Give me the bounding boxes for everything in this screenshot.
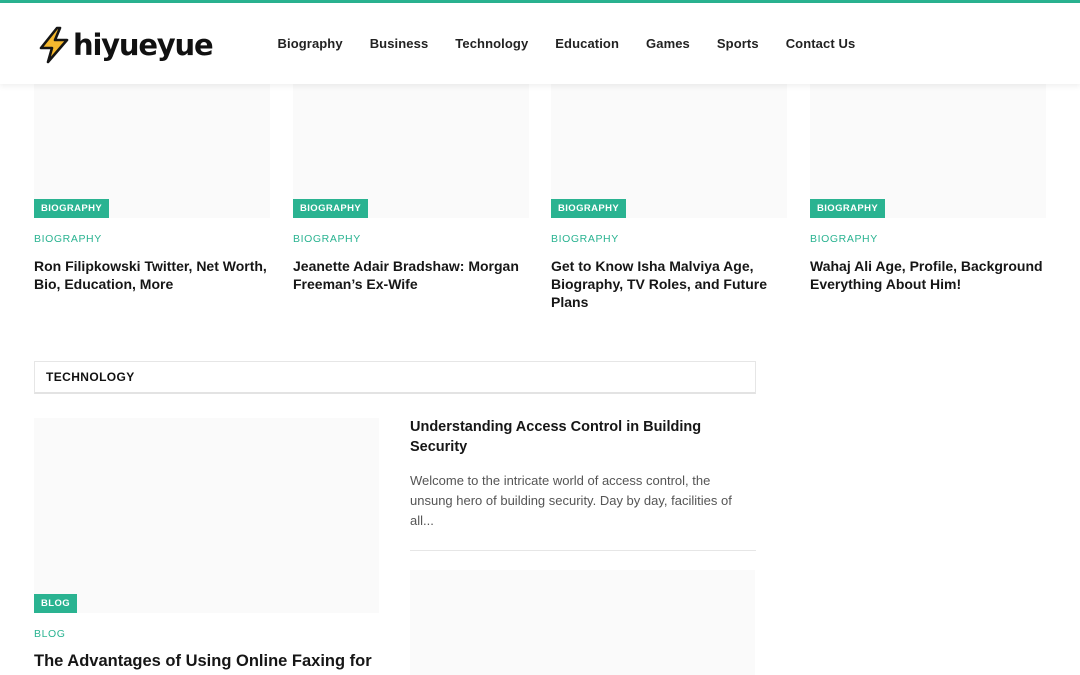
post-divider	[410, 550, 756, 551]
category-badge[interactable]: BLOG	[34, 594, 78, 613]
post-thumbnail[interactable]: BIOGRAPHY	[810, 84, 1046, 218]
post-thumbnail[interactable]: BIOGRAPHY	[34, 84, 270, 218]
category-badge[interactable]: BIOGRAPHY	[551, 199, 627, 218]
nav-item-games[interactable]: Games	[633, 36, 704, 51]
site-logo[interactable]: hiyueyue	[36, 25, 214, 65]
featured-post-title[interactable]: The Advantages of Using Online Faxing fo…	[34, 651, 394, 671]
nav-item-education[interactable]: Education	[542, 36, 633, 51]
nav-item-biography[interactable]: Biography	[264, 36, 356, 51]
post-category[interactable]: BIOGRAPHY	[810, 233, 1046, 245]
post-thumbnail[interactable]: BIOGRAPHY	[551, 84, 787, 218]
section-title[interactable]: TECHNOLOGY	[46, 370, 135, 384]
category-badge[interactable]: BIOGRAPHY	[34, 199, 110, 218]
nav-item-sports[interactable]: Sports	[703, 36, 772, 51]
post-thumbnail[interactable]	[410, 570, 755, 675]
category-badge[interactable]: BIOGRAPHY	[810, 199, 886, 218]
main-nav: Biography Business Technology Education …	[264, 3, 869, 84]
category-badge[interactable]: BIOGRAPHY	[293, 199, 369, 218]
post-card: BIOGRAPHY BIOGRAPHY Wahaj Ali Age, Profi…	[810, 84, 1046, 293]
featured-post-category[interactable]: BLOG	[34, 628, 66, 640]
lightning-bolt-icon	[39, 26, 69, 64]
post-title[interactable]: Get to Know Isha Malviya Age, Biography,…	[551, 257, 787, 311]
nav-item-technology[interactable]: Technology	[442, 36, 542, 51]
post-title[interactable]: Jeanette Adair Bradshaw: Morgan Freeman’…	[293, 257, 529, 293]
nav-item-business[interactable]: Business	[356, 36, 442, 51]
featured-post-thumbnail[interactable]: BLOG	[34, 418, 379, 613]
site-header: hiyueyue Biography Business Technology E…	[0, 3, 1080, 84]
post-category[interactable]: BIOGRAPHY	[551, 233, 787, 245]
logo-text: hiyueyue	[73, 27, 214, 62]
post-card: BIOGRAPHY BIOGRAPHY Get to Know Isha Mal…	[551, 84, 787, 311]
post-category[interactable]: BIOGRAPHY	[293, 233, 529, 245]
post-card: BIOGRAPHY BIOGRAPHY Jeanette Adair Brads…	[293, 84, 529, 293]
side-post-title[interactable]: Understanding Access Control in Building…	[410, 418, 756, 457]
nav-item-contact-us[interactable]: Contact Us	[772, 36, 869, 51]
post-title[interactable]: Wahaj Ali Age, Profile, Background Every…	[810, 257, 1046, 293]
post-category[interactable]: BIOGRAPHY	[34, 233, 270, 245]
side-post-excerpt: Welcome to the intricate world of access…	[410, 473, 732, 528]
post-title[interactable]: Ron Filipkowski Twitter, Net Worth, Bio,…	[34, 257, 270, 293]
post-card: BIOGRAPHY BIOGRAPHY Ron Filipkowski Twit…	[34, 84, 270, 293]
side-post: Understanding Access Control in Building…	[410, 418, 756, 531]
section-header-technology: TECHNOLOGY	[34, 361, 756, 394]
post-thumbnail[interactable]: BIOGRAPHY	[293, 84, 529, 218]
